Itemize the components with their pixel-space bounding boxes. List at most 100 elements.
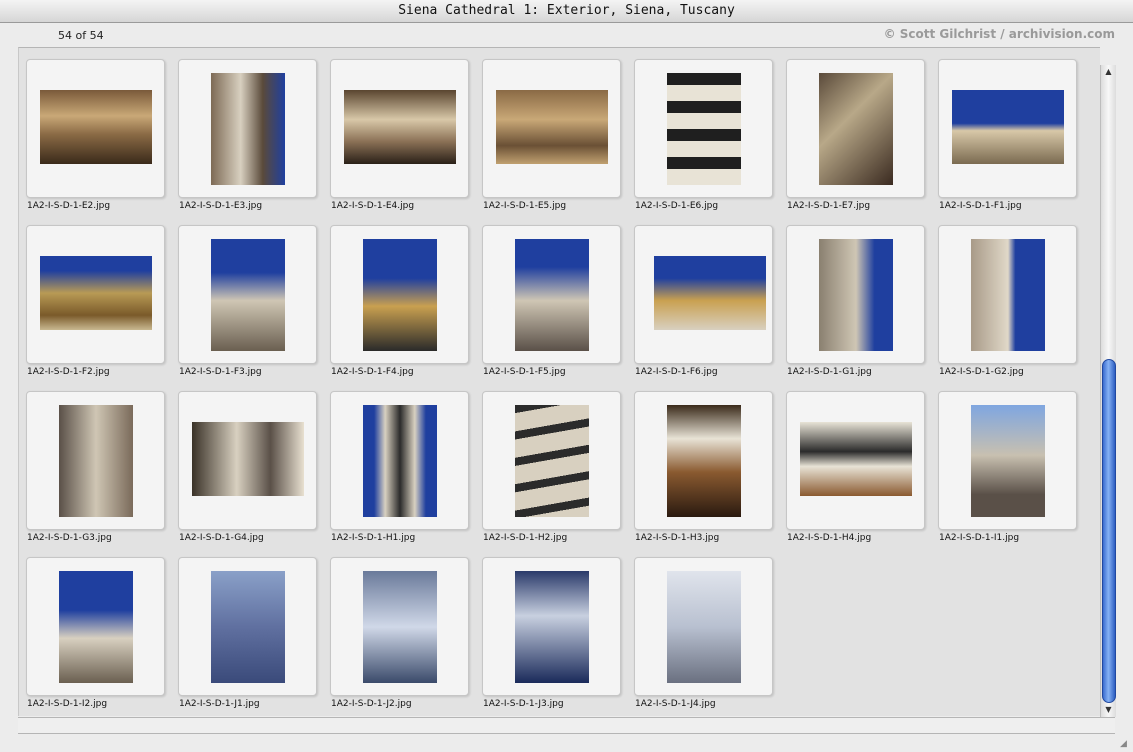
thumbnail-cell[interactable]: 1A2-I-S-D-1-G1.jpg xyxy=(779,214,925,377)
thumbnail-image[interactable] xyxy=(800,422,912,496)
thumbnail-image[interactable] xyxy=(40,90,152,164)
thumbnail-cell[interactable]: 1A2-I-S-D-1-H4.jpg xyxy=(779,380,925,543)
thumbnail-image[interactable] xyxy=(344,90,456,164)
thumbnail-grid: 1A2-I-S-D-1-E2.jpg 1A2-I-S-D-1-E3.jpg 1A2-… xyxy=(18,47,1100,716)
thumbnail-cell[interactable]: 1A2-I-S-D-1-G3.jpg xyxy=(19,380,165,543)
thumbnail-image[interactable] xyxy=(211,239,285,351)
slide-frame[interactable] xyxy=(178,225,317,364)
thumbnail-image[interactable] xyxy=(496,90,608,164)
resize-grip-icon[interactable]: ◢ xyxy=(1120,739,1130,749)
thumbnail-cell[interactable]: 1A2-I-S-D-1-F2.jpg xyxy=(19,214,165,377)
thumbnail-cell[interactable]: 1A2-I-S-D-1-H1.jpg xyxy=(323,380,469,543)
thumbnail-image[interactable] xyxy=(363,571,437,683)
thumbnail-cell[interactable]: 1A2-I-S-D-1-E5.jpg xyxy=(475,48,621,211)
thumbnail-image[interactable] xyxy=(363,405,437,517)
slide-frame[interactable] xyxy=(634,557,773,696)
thumbnail-image[interactable] xyxy=(971,405,1045,517)
thumbnail-cell[interactable]: 1A2-I-S-D-1-F1.jpg xyxy=(931,48,1077,211)
slide-frame[interactable] xyxy=(482,391,621,530)
thumbnail-cell[interactable]: 1A2-I-S-D-1-J1.jpg xyxy=(171,546,317,709)
thumbnail-filename: 1A2-I-S-D-1-E5.jpg xyxy=(483,201,567,211)
slide-frame[interactable] xyxy=(938,59,1077,198)
scroll-down-arrow-icon[interactable]: ▼ xyxy=(1101,703,1116,717)
thumbnail-image[interactable] xyxy=(667,73,741,185)
slide-frame[interactable] xyxy=(178,557,317,696)
thumbnail-image[interactable] xyxy=(59,571,133,683)
thumbnail-cell[interactable]: 1A2-I-S-D-1-J2.jpg xyxy=(323,546,469,709)
slide-frame[interactable] xyxy=(330,225,469,364)
thumbnail-image[interactable] xyxy=(515,239,589,351)
thumbnail-filename: 1A2-I-S-D-1-E6.jpg xyxy=(635,201,719,211)
slide-frame[interactable] xyxy=(634,225,773,364)
thumbnail-filename: 1A2-I-S-D-1-F1.jpg xyxy=(939,201,1022,211)
slide-frame[interactable] xyxy=(634,391,773,530)
thumbnail-filename: 1A2-I-S-D-1-I1.jpg xyxy=(939,533,1020,543)
window-title: Siena Cathedral 1: Exterior, Siena, Tusc… xyxy=(0,0,1133,23)
slide-frame[interactable] xyxy=(786,59,925,198)
thumbnail-cell[interactable]: 1A2-I-S-D-1-J4.jpg xyxy=(627,546,773,709)
thumbnail-image[interactable] xyxy=(211,73,285,185)
slide-frame[interactable] xyxy=(26,59,165,198)
thumbnail-image[interactable] xyxy=(515,405,589,517)
header-bar: 54 of 54 © Scott Gilchrist / archivision… xyxy=(18,22,1115,46)
slide-frame[interactable] xyxy=(26,557,165,696)
slide-frame[interactable] xyxy=(482,225,621,364)
slide-frame[interactable] xyxy=(178,391,317,530)
thumbnail-filename: 1A2-I-S-D-1-F2.jpg xyxy=(27,367,110,377)
thumbnail-filename: 1A2-I-S-D-1-H1.jpg xyxy=(331,533,416,543)
slide-frame[interactable] xyxy=(482,59,621,198)
thumbnail-image[interactable] xyxy=(819,73,893,185)
slide-frame[interactable] xyxy=(634,59,773,198)
slide-frame[interactable] xyxy=(786,391,925,530)
thumbnail-image[interactable] xyxy=(971,239,1045,351)
slide-frame[interactable] xyxy=(938,391,1077,530)
thumbnail-cell[interactable]: 1A2-I-S-D-1-E4.jpg xyxy=(323,48,469,211)
thumbnail-filename: 1A2-I-S-D-1-H2.jpg xyxy=(483,533,568,543)
thumbnail-image[interactable] xyxy=(667,571,741,683)
thumbnail-cell[interactable]: 1A2-I-S-D-1-F3.jpg xyxy=(171,214,317,377)
thumbnail-image[interactable] xyxy=(40,256,152,330)
thumbnail-filename: 1A2-I-S-D-1-H4.jpg xyxy=(787,533,872,543)
thumbnail-cell[interactable]: 1A2-I-S-D-1-G4.jpg xyxy=(171,380,317,543)
thumbnail-image[interactable] xyxy=(819,239,893,351)
thumbnail-cell[interactable]: 1A2-I-S-D-1-I2.jpg xyxy=(19,546,165,709)
thumbnail-cell[interactable]: 1A2-I-S-D-1-F5.jpg xyxy=(475,214,621,377)
thumbnail-cell[interactable]: 1A2-I-S-D-1-H2.jpg xyxy=(475,380,621,543)
thumbnail-cell[interactable]: 1A2-I-S-D-1-H3.jpg xyxy=(627,380,773,543)
thumbnail-image[interactable] xyxy=(515,571,589,683)
thumbnail-cell[interactable]: 1A2-I-S-D-1-G2.jpg xyxy=(931,214,1077,377)
thumbnail-cell[interactable]: 1A2-I-S-D-1-E6.jpg xyxy=(627,48,773,211)
thumbnail-image[interactable] xyxy=(952,90,1064,164)
slide-frame[interactable] xyxy=(330,391,469,530)
thumbnail-image[interactable] xyxy=(654,256,766,330)
slide-frame[interactable] xyxy=(938,225,1077,364)
thumbnail-cell[interactable]: 1A2-I-S-D-1-F4.jpg xyxy=(323,214,469,377)
thumbnail-image[interactable] xyxy=(667,405,741,517)
scrollbar-thumb[interactable] xyxy=(1102,359,1116,703)
thumbnail-cell[interactable]: 1A2-I-S-D-1-E2.jpg xyxy=(19,48,165,211)
slide-frame[interactable] xyxy=(178,59,317,198)
thumbnail-cell[interactable]: 1A2-I-S-D-1-I1.jpg xyxy=(931,380,1077,543)
slide-frame[interactable] xyxy=(26,391,165,530)
vertical-scrollbar[interactable]: ▲ ▼ xyxy=(1100,65,1116,717)
slide-frame[interactable] xyxy=(482,557,621,696)
slide-frame[interactable] xyxy=(330,557,469,696)
thumbnail-filename: 1A2-I-S-D-1-J4.jpg xyxy=(635,699,716,709)
slide-frame[interactable] xyxy=(330,59,469,198)
thumbnail-filename: 1A2-I-S-D-1-G2.jpg xyxy=(939,367,1024,377)
scroll-up-arrow-icon[interactable]: ▲ xyxy=(1101,65,1116,79)
thumbnail-cell[interactable]: 1A2-I-S-D-1-E3.jpg xyxy=(171,48,317,211)
status-bar xyxy=(18,717,1115,734)
slide-frame[interactable] xyxy=(786,225,925,364)
thumbnail-image[interactable] xyxy=(192,422,304,496)
thumbnail-cell[interactable]: 1A2-I-S-D-1-F6.jpg xyxy=(627,214,773,377)
thumbnail-filename: 1A2-I-S-D-1-F4.jpg xyxy=(331,367,414,377)
thumbnail-image[interactable] xyxy=(59,405,133,517)
thumbnail-filename: 1A2-I-S-D-1-E4.jpg xyxy=(331,201,415,211)
thumbnail-image[interactable] xyxy=(211,571,285,683)
thumbnail-cell[interactable]: 1A2-I-S-D-1-J3.jpg xyxy=(475,546,621,709)
image-count: 54 of 54 xyxy=(58,29,104,42)
thumbnail-cell[interactable]: 1A2-I-S-D-1-E7.jpg xyxy=(779,48,925,211)
thumbnail-image[interactable] xyxy=(363,239,437,351)
slide-frame[interactable] xyxy=(26,225,165,364)
